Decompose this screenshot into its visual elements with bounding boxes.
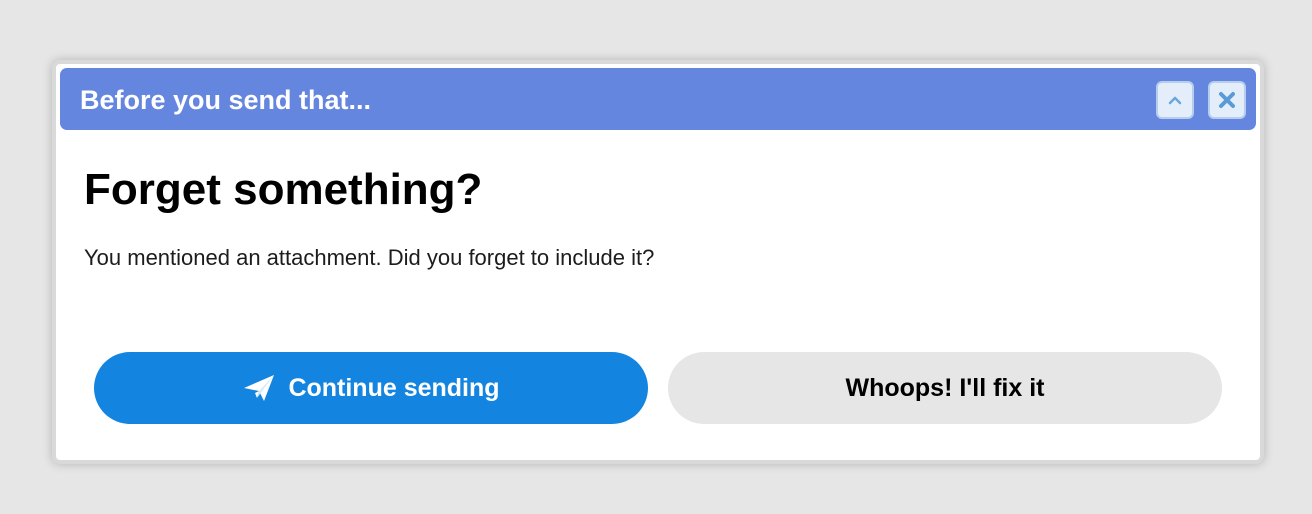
- dialog-titlebar: Before you send that...: [60, 68, 1256, 130]
- fix-it-label: Whoops! I'll fix it: [845, 373, 1045, 402]
- dialog-body: Forget something? You mentioned an attac…: [84, 164, 654, 270]
- forget-attachment-dialog: Before you send that... Forget something…: [52, 60, 1264, 464]
- dialog-title: Before you send that...: [80, 85, 372, 115]
- collapse-button[interactable]: [1156, 81, 1194, 119]
- dialog-message: You mentioned an attachment. Did you for…: [84, 245, 655, 270]
- paper-plane-icon: [242, 373, 276, 403]
- fix-it-button[interactable]: Whoops! I'll fix it: [668, 352, 1222, 424]
- continue-sending-label: Continue sending: [288, 373, 500, 402]
- close-button[interactable]: [1208, 81, 1246, 119]
- chevron-up-icon: [1168, 96, 1182, 105]
- dialog-heading: Forget something?: [84, 165, 483, 214]
- continue-sending-button[interactable]: Continue sending: [94, 352, 648, 424]
- close-icon: [1219, 92, 1235, 108]
